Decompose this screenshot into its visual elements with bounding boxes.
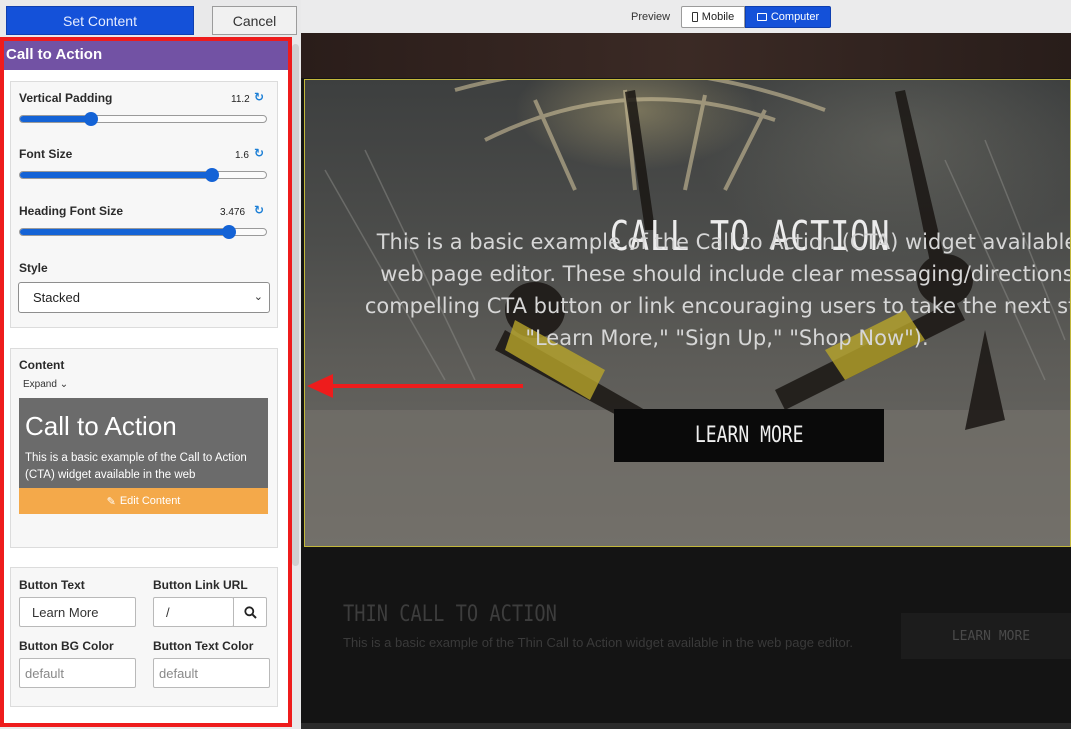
thin-cta-title: THIN CALL TO ACTION xyxy=(343,602,557,627)
computer-icon xyxy=(756,13,767,21)
set-content-button[interactable]: Set Content xyxy=(6,6,194,35)
mobile-icon xyxy=(691,12,698,22)
reset-font-size-icon[interactable]: ↻ xyxy=(254,146,264,160)
editor-panel: Set Content Cancel Call to Action Vertic… xyxy=(0,0,301,729)
style-select[interactable]: Stacked ⌄ xyxy=(18,282,270,313)
hero-learn-more-label: LEARN MORE xyxy=(694,423,804,448)
thin-cta-text: This is a basic example of the Thin Call… xyxy=(343,635,853,650)
cancel-button[interactable]: Cancel xyxy=(212,6,297,35)
heading-font-size-label: Heading Font Size xyxy=(19,204,124,218)
button-settings-card: Button Text Button Link URL Learn More /… xyxy=(10,567,278,707)
content-preview-title: Call to Action xyxy=(25,411,177,441)
heading-font-size-slider[interactable] xyxy=(19,225,267,239)
button-text-color-input[interactable]: default xyxy=(153,658,270,688)
link-search-button[interactable] xyxy=(233,597,267,627)
cta-hero-section[interactable]: CALL TO ACTION This is a basic example o… xyxy=(304,79,1071,547)
content-preview-text: This is a basic example of the Call to A… xyxy=(25,452,247,481)
font-size-fill xyxy=(20,172,212,178)
vertical-padding-fill xyxy=(20,116,92,122)
expand-toggle[interactable]: Expand ⌄ xyxy=(23,379,68,390)
font-size-value: 1.6 xyxy=(235,150,249,161)
preview-toolbar: Preview Mobile Computer xyxy=(301,0,1071,33)
hero-body-line: compelling CTA button or link encouragin… xyxy=(364,294,1071,318)
mobile-mode-label: Mobile xyxy=(701,11,735,23)
vertical-padding-thumb[interactable] xyxy=(84,112,99,126)
section-divider xyxy=(301,723,1071,729)
font-size-label: Font Size xyxy=(19,147,73,161)
style-select-value: Stacked xyxy=(33,290,80,305)
hero-body-line: web page editor. These should include cl… xyxy=(380,262,1071,286)
expand-label: Expand xyxy=(23,379,57,390)
reset-heading-font-size-icon[interactable]: ↻ xyxy=(254,203,264,217)
button-link-url-label: Button Link URL xyxy=(153,578,248,592)
edit-content-label: Edit Content xyxy=(119,495,181,507)
edit-content-button[interactable]: ✎ Edit Content xyxy=(19,488,268,514)
annotation-arrow-icon xyxy=(307,374,523,398)
top-image-strip xyxy=(301,33,1071,78)
edit-icon: ✎ xyxy=(106,495,116,508)
reset-vertical-padding-icon[interactable]: ↻ xyxy=(254,90,264,104)
highlighted-settings-frame: Call to Action Vertical Padding 11.2 ↻ F… xyxy=(0,37,292,727)
content-label: Content xyxy=(19,358,65,372)
button-link-url-input[interactable]: / xyxy=(153,597,234,627)
button-bg-color-label: Button BG Color xyxy=(19,639,114,653)
hero-body: This is a basic example of the Call to A… xyxy=(347,226,1071,354)
vertical-padding-slider[interactable] xyxy=(19,112,267,126)
font-size-thumb[interactable] xyxy=(204,168,219,182)
button-text-input[interactable]: Learn More xyxy=(19,597,136,627)
content-preview: Call to Action This is a basic example o… xyxy=(19,398,268,488)
panel-scrollbar[interactable] xyxy=(292,44,299,566)
mobile-mode-button[interactable]: Mobile xyxy=(681,6,745,28)
heading-font-size-thumb[interactable] xyxy=(222,225,237,239)
hero-body-line: "Learn More," "Sign Up," "Shop Now"). xyxy=(525,326,929,350)
heading-font-size-value: 3.476 xyxy=(220,207,246,218)
font-size-slider[interactable] xyxy=(19,168,267,182)
vertical-padding-value: 11.2 xyxy=(231,94,250,105)
button-bg-color-input[interactable]: default xyxy=(19,658,136,688)
panel-title: Call to Action xyxy=(4,41,288,70)
button-text-label: Button Text xyxy=(19,578,85,592)
hero-learn-more-button[interactable]: LEARN MORE xyxy=(614,409,884,462)
computer-mode-label: Computer xyxy=(770,11,820,23)
search-icon xyxy=(243,605,257,619)
vertical-padding-label: Vertical Padding xyxy=(19,91,113,105)
chevron-down-icon: ⌄ xyxy=(253,291,263,303)
button-text-color-label: Button Text Color xyxy=(153,639,254,653)
content-card: Content Expand ⌄ Call to Action This is … xyxy=(10,348,278,548)
preview-label: Preview xyxy=(631,11,671,23)
style-label: Style xyxy=(19,261,48,275)
computer-mode-button[interactable]: Computer xyxy=(745,6,831,28)
thin-cta-button[interactable]: LEARN MORE xyxy=(901,613,1071,659)
heading-font-size-fill xyxy=(20,229,230,235)
settings-body: Vertical Padding 11.2 ↻ Font Size 1.6 ↻ … xyxy=(4,70,288,723)
hero-body-line: This is a basic example of the Call to A… xyxy=(376,230,1071,254)
layout-settings-card: Vertical Padding 11.2 ↻ Font Size 1.6 ↻ … xyxy=(10,81,278,328)
